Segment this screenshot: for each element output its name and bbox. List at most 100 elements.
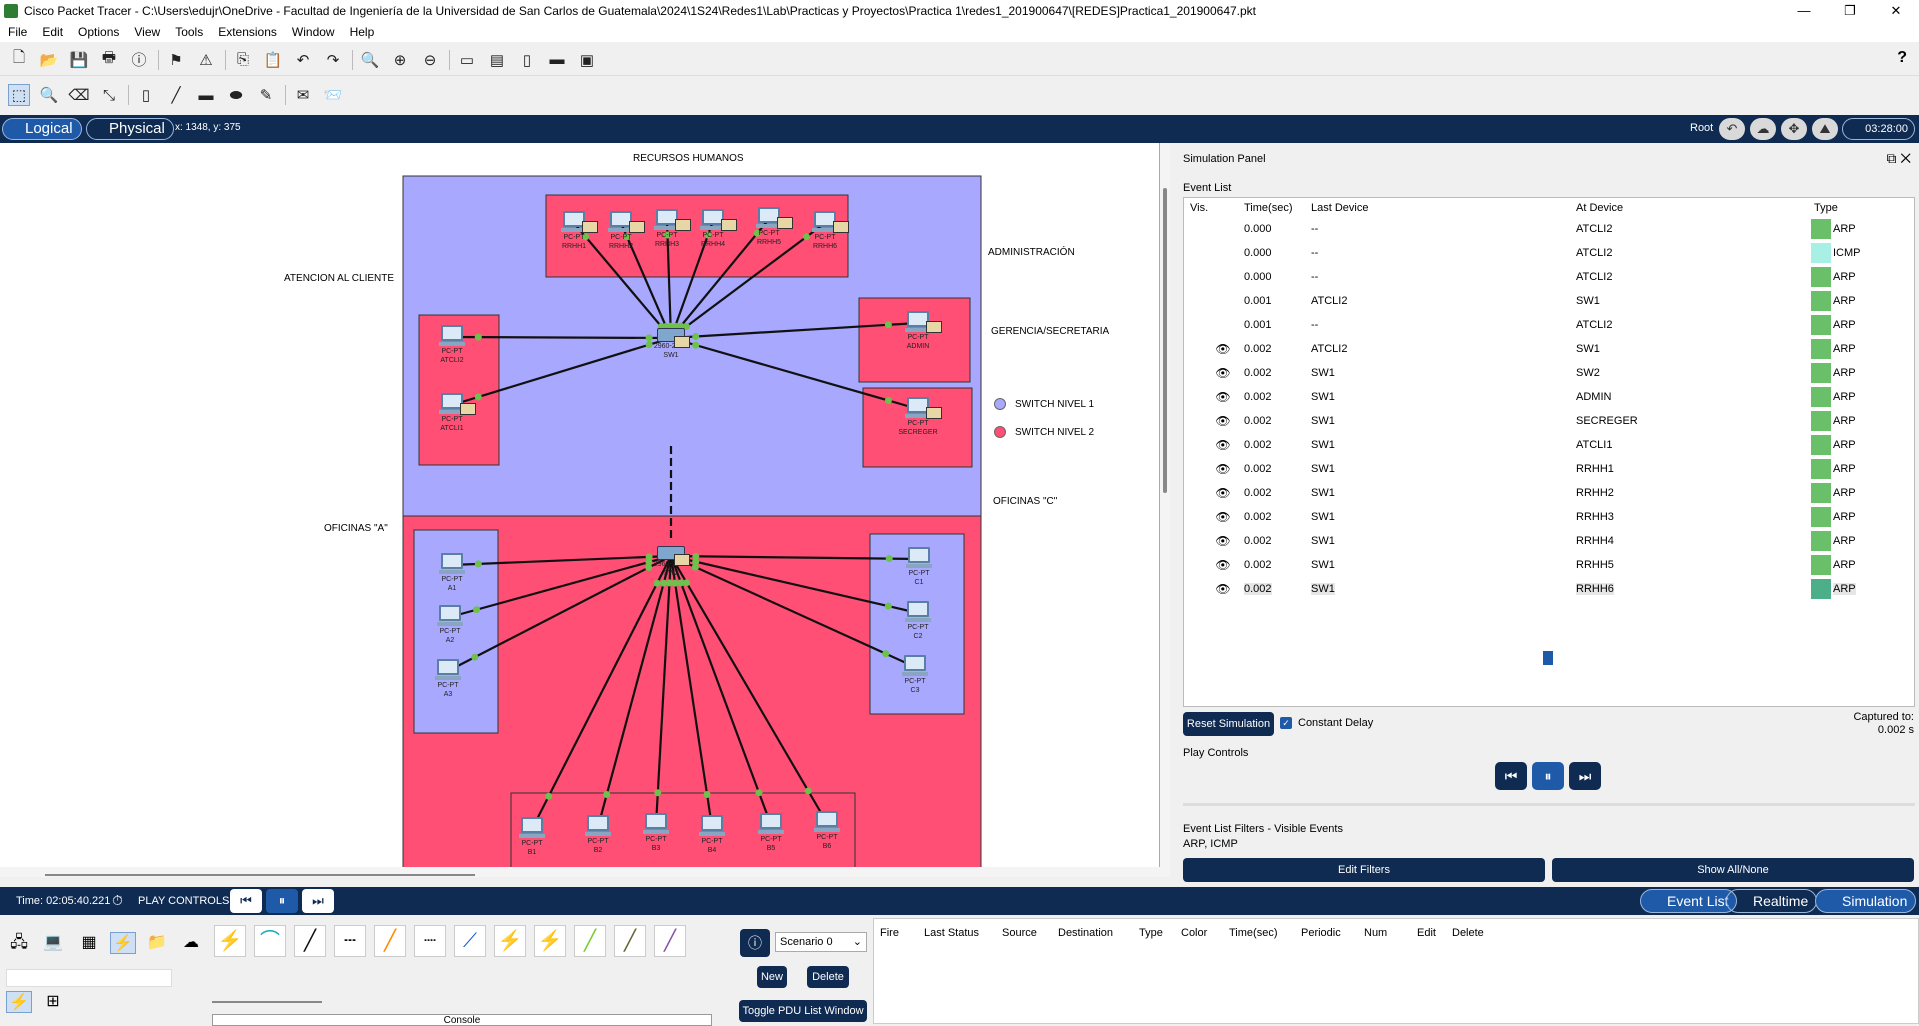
- reset-simulation-button[interactable]: Reset Simulation: [1183, 712, 1274, 736]
- pdu-envelope-icon[interactable]: [926, 321, 942, 333]
- eye-icon[interactable]: 👁: [1212, 534, 1234, 548]
- viewport-time[interactable]: 03:28:00: [1842, 118, 1915, 140]
- step-back-button[interactable]: ⏮: [1495, 762, 1527, 790]
- serial-dte-icon[interactable]: ⚡: [534, 925, 566, 957]
- pause-button[interactable]: ⏸: [1532, 762, 1564, 790]
- cluster-icon[interactable]: ☁: [1750, 118, 1776, 140]
- pdu-envelope-icon[interactable]: [833, 221, 849, 233]
- menu-edit[interactable]: Edit: [42, 25, 63, 39]
- bottom-step-forward-button[interactable]: ⏭: [302, 889, 334, 913]
- coaxial-icon[interactable]: ⟋: [454, 925, 486, 957]
- realtime-mode-tab[interactable]: Realtime: [1726, 889, 1818, 913]
- drawing-palette-icon[interactable]: ▭: [456, 49, 478, 71]
- add-complex-pdu-icon[interactable]: 📨: [322, 84, 344, 106]
- grid-icon[interactable]: ⊞: [40, 991, 66, 1013]
- multiuser-icon[interactable]: ☁: [178, 932, 204, 954]
- menu-tools[interactable]: Tools: [175, 25, 203, 39]
- misc-icon[interactable]: 📁: [144, 932, 170, 954]
- usb-icon[interactable]: ╱: [654, 925, 686, 957]
- palette-scroll[interactable]: [212, 1001, 322, 1003]
- menu-view[interactable]: View: [134, 25, 160, 39]
- play-speed-slider-thumb[interactable]: [1543, 651, 1553, 665]
- eye-icon[interactable]: 👁: [1212, 510, 1234, 524]
- crossover-icon[interactable]: ┄: [334, 925, 366, 957]
- step-forward-button[interactable]: ⏭: [1569, 762, 1601, 790]
- pdu-envelope-icon[interactable]: [926, 407, 942, 419]
- eye-icon[interactable]: 👁: [1212, 582, 1234, 596]
- bottom-step-back-button[interactable]: ⏮: [230, 889, 262, 913]
- menu-extensions[interactable]: Extensions: [218, 25, 277, 39]
- help-button[interactable]: ?: [1897, 49, 1907, 67]
- pc-c1[interactable]: PC-PT C1: [899, 547, 939, 587]
- menu-window[interactable]: Window: [292, 25, 335, 39]
- open-folder-icon[interactable]: 📂: [38, 49, 60, 71]
- event-row[interactable]: 👁 0.002 SW1 RRHH2 ARP: [1184, 482, 1914, 506]
- menu-help[interactable]: Help: [350, 25, 375, 39]
- scenario-info-icon[interactable]: ⓘ: [740, 929, 770, 957]
- resize-icon[interactable]: ⤡: [98, 84, 120, 106]
- place-note-icon[interactable]: ▯: [135, 84, 157, 106]
- end-devices-icon[interactable]: 💻: [40, 932, 66, 954]
- menu-options[interactable]: Options: [78, 25, 119, 39]
- maximize-button[interactable]: ❐: [1827, 0, 1873, 22]
- show-all-none-button[interactable]: Show All/None: [1552, 858, 1914, 882]
- print-icon[interactable]: 🖶: [98, 49, 120, 71]
- auto-connection-icon[interactable]: ⚡: [214, 925, 246, 957]
- pdu-envelope-icon[interactable]: [674, 336, 690, 348]
- eye-icon[interactable]: 👁: [1212, 438, 1234, 452]
- eye-icon[interactable]: 👁: [1212, 462, 1234, 476]
- pc-c2[interactable]: PC-PT C2: [898, 601, 938, 641]
- simulation-mode-tab[interactable]: Simulation: [1815, 889, 1917, 913]
- back-icon[interactable]: ↶: [1719, 118, 1745, 140]
- pdu-envelope-icon[interactable]: [777, 217, 793, 229]
- scenario-select[interactable]: Scenario 0 ⌄: [775, 932, 867, 952]
- inspect-icon[interactable]: 🔍: [38, 84, 60, 106]
- pdu-list-icon[interactable]: ▯: [516, 49, 538, 71]
- pc-a1[interactable]: PC-PT A1: [432, 553, 472, 593]
- zoom-reset-icon[interactable]: ⊕: [389, 49, 411, 71]
- event-row[interactable]: 👁 0.002 SW1 RRHH1 ARP: [1184, 458, 1914, 482]
- event-row[interactable]: 👁 0.002 SW1 RRHH5 ARP: [1184, 554, 1914, 578]
- pdu-envelope-icon[interactable]: [629, 221, 645, 233]
- connections-sub-icon[interactable]: ⚡: [6, 991, 32, 1013]
- logical-workspace[interactable]: RECURSOS HUMANOS ADMINISTRACIÓN ATENCION A…: [0, 143, 1160, 867]
- copy-icon[interactable]: ⎘: [232, 49, 254, 71]
- network-wizard-icon[interactable]: ⚑: [165, 49, 187, 71]
- pdu-envelope-icon[interactable]: [460, 403, 476, 415]
- pc-b6[interactable]: PC-PT B6: [807, 811, 847, 851]
- set-background-icon[interactable]: ⛰: [1812, 118, 1838, 140]
- console-tab[interactable]: Console: [212, 1014, 712, 1026]
- pc-b4[interactable]: PC-PT B4: [692, 815, 732, 855]
- eye-icon[interactable]: 👁: [1212, 342, 1234, 356]
- components-icon[interactable]: ▦: [76, 932, 102, 954]
- redo-icon[interactable]: ↷: [322, 49, 344, 71]
- event-list-toggle[interactable]: Event List: [1640, 889, 1738, 913]
- play-speed-slider[interactable]: [1183, 803, 1915, 806]
- pc-b5[interactable]: PC-PT B5: [751, 813, 791, 853]
- canvas-vertical-scrollbar[interactable]: [1160, 143, 1170, 867]
- reset-time-icon[interactable]: ⏱: [112, 892, 123, 909]
- event-row[interactable]: 👁 0.002 SW1 SECREGER ARP: [1184, 410, 1914, 434]
- eye-icon[interactable]: 👁: [1212, 486, 1234, 500]
- eye-icon[interactable]: 👁: [1212, 414, 1234, 428]
- custom-device-icon[interactable]: ⚠: [195, 49, 217, 71]
- zoom-in-icon[interactable]: 🔍: [359, 49, 381, 71]
- select-icon[interactable]: ⬚: [8, 84, 30, 106]
- event-row[interactable]: 👁 0.002 SW1 RRHH3 ARP: [1184, 506, 1914, 530]
- add-simple-pdu-icon[interactable]: ✉: [292, 84, 314, 106]
- close-window-button[interactable]: ✕: [1873, 0, 1919, 22]
- draw-rectangle-icon[interactable]: ▬: [195, 84, 217, 106]
- event-row[interactable]: 👁 0.002 SW1 RRHH6 ARP: [1184, 578, 1914, 602]
- pc-a2[interactable]: PC-PT A2: [430, 605, 470, 645]
- event-row[interactable]: 0.000 -- ATCLI2 ARP: [1184, 266, 1914, 290]
- eye-icon[interactable]: 👁: [1212, 558, 1234, 572]
- info-icon[interactable]: ⓘ: [128, 49, 150, 71]
- bottom-pause-button[interactable]: ⏸: [266, 889, 298, 913]
- pdu-envelope-icon[interactable]: [674, 554, 690, 566]
- paste-icon[interactable]: 📋: [262, 49, 284, 71]
- draw-line-icon[interactable]: ╱: [165, 84, 187, 106]
- logical-tab[interactable]: Logical: [2, 118, 82, 140]
- pc-b1[interactable]: PC-PT B1: [512, 817, 552, 857]
- screenshot-icon[interactable]: ▣: [576, 49, 598, 71]
- undock-close-icons[interactable]: ⧉ ✕: [1886, 150, 1911, 167]
